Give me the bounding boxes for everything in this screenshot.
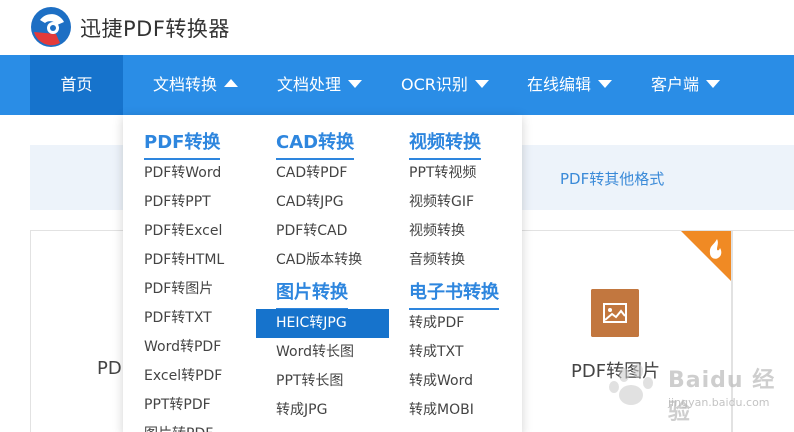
menu-item[interactable]: PDF转PPT	[144, 188, 211, 217]
menu-item[interactable]: PDF转HTML	[144, 246, 224, 275]
menu-item[interactable]: 转成TXT	[409, 338, 463, 367]
app-logo-icon[interactable]	[30, 6, 72, 48]
menu-item[interactable]: Excel转PDF	[144, 362, 222, 391]
col-title-ebook: 电子书转换	[409, 278, 499, 310]
chevron-down-icon	[474, 79, 489, 88]
brand-title: 迅捷PDF转换器	[80, 17, 230, 41]
menu-item[interactable]: 转成Word	[409, 367, 473, 396]
menu-item[interactable]: CAD转PDF	[276, 159, 347, 188]
nav-client-label: 客户端	[651, 75, 700, 94]
nav-online-edit-label: 在线编辑	[527, 75, 592, 94]
tool-card-left-label: PD	[97, 358, 122, 379]
menu-item[interactable]: CAD版本转换	[276, 246, 362, 275]
header: 迅捷PDF转换器	[0, 0, 794, 55]
nav-ocr[interactable]: OCR识别	[401, 55, 489, 115]
menu-item[interactable]: 音频转换	[409, 246, 465, 275]
menu-item[interactable]: 转成PDF	[409, 309, 464, 338]
pdf-to-other-link[interactable]: PDF转其他格式	[560, 168, 664, 189]
menu-item[interactable]: 转成MOBI	[409, 396, 474, 425]
nav-doc-convert[interactable]: 文档转换	[153, 55, 239, 115]
menu-item[interactable]: PPT转视频	[409, 159, 476, 188]
menu-item-heic-active[interactable]: HEIC转JPG	[256, 309, 389, 338]
chevron-down-icon	[598, 79, 613, 88]
menu-item[interactable]: PDF转图片	[144, 275, 213, 304]
menu-item[interactable]: Word转长图	[276, 338, 354, 367]
menu-item[interactable]: CAD转JPG	[276, 188, 344, 217]
col-title-image: 图片转换	[276, 278, 348, 310]
hot-badge-icon	[681, 231, 731, 281]
chevron-up-icon	[224, 78, 239, 87]
nav-online-edit[interactable]: 在线编辑	[527, 55, 613, 115]
doc-convert-dropdown: PDF转换 PDF转Word PDF转PPT PDF转Excel PDF转HTM…	[123, 115, 522, 432]
menu-item[interactable]: PDF转CAD	[276, 217, 347, 246]
menu-item[interactable]: 转成JPG	[276, 396, 327, 425]
menu-item[interactable]: PDF转Word	[144, 159, 221, 188]
menu-item[interactable]: 视频转换	[409, 217, 465, 246]
menu-item[interactable]: 视频转GIF	[409, 188, 474, 217]
menu-item[interactable]: PPT转PDF	[144, 391, 211, 420]
menu-item[interactable]: PPT转长图	[276, 367, 343, 396]
col-title-pdf: PDF转换	[144, 128, 221, 160]
watermark-url: jingyan.baidu.com	[668, 396, 770, 409]
main-nav: 首页 文档转换 文档处理 OCR识别 在线编辑 客户端	[0, 55, 794, 115]
nav-doc-process-label: 文档处理	[277, 75, 342, 94]
col-title-cad: CAD转换	[276, 128, 355, 160]
chevron-down-icon	[348, 79, 363, 88]
nav-client[interactable]: 客户端	[651, 55, 721, 115]
menu-item[interactable]: 图片转PDF	[144, 420, 213, 432]
nav-home-label: 首页	[60, 75, 93, 94]
menu-item[interactable]: PDF转TXT	[144, 304, 212, 333]
nav-home[interactable]: 首页	[30, 55, 123, 115]
tool-card-left[interactable]	[30, 230, 130, 432]
col-title-video: 视频转换	[409, 128, 481, 160]
image-icon	[591, 289, 639, 337]
nav-ocr-label: OCR识别	[401, 75, 468, 94]
nav-doc-process[interactable]: 文档处理	[277, 55, 363, 115]
menu-item[interactable]: PDF转Excel	[144, 217, 222, 246]
menu-item[interactable]: Word转PDF	[144, 333, 221, 362]
nav-doc-convert-label: 文档转换	[153, 75, 218, 94]
chevron-down-icon	[706, 79, 721, 88]
watermark-brand: Baidu 经验	[668, 368, 776, 425]
